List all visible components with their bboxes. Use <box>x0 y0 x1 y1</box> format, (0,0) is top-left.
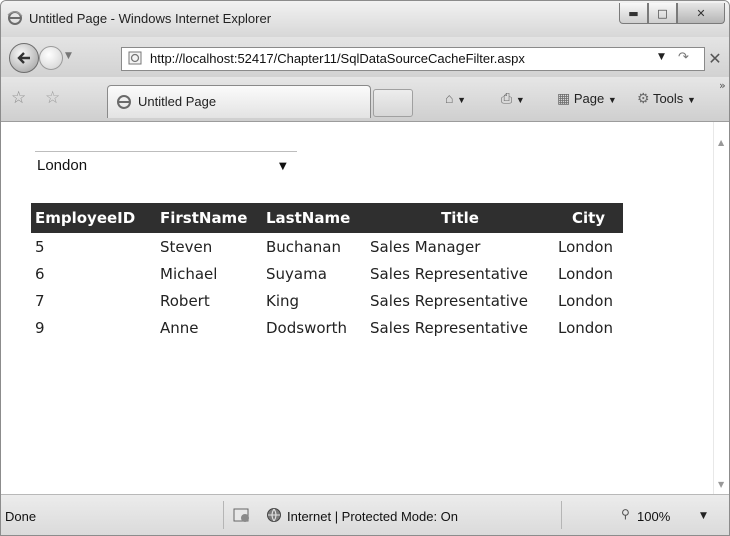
status-divider <box>561 501 562 529</box>
add-favorites-icon[interactable]: ☆ <box>45 89 63 107</box>
employees-grid: EmployeeID FirstName LastName Title City… <box>31 203 623 341</box>
table-row: 6 Michael Suyama Sales Representative Lo… <box>31 260 623 287</box>
maximize-button[interactable]: □ <box>648 3 677 24</box>
page-menu-icon: ▦ <box>557 90 571 106</box>
tab-label: Untitled Page <box>138 94 217 109</box>
page-status-icon[interactable] <box>233 507 251 523</box>
status-text: Done <box>5 509 37 524</box>
column-header-firstname: FirstName <box>156 203 262 233</box>
page-menu-button[interactable]: ▦ Page ▼ <box>557 90 617 107</box>
minimize-button[interactable]: ▬ <box>619 3 648 24</box>
home-button[interactable]: ⌂ ▼ <box>445 90 466 106</box>
page-content: London ▼ EmployeeID FirstName LastName T… <box>1 122 713 494</box>
page-icon <box>128 51 142 65</box>
zoom-dropdown-icon[interactable]: ▼ <box>700 511 707 521</box>
cell-employeeid: 9 <box>35 318 45 337</box>
favorites-star-icon[interactable]: ☆ <box>11 89 29 107</box>
tools-menu-label: Tools <box>652 91 684 106</box>
cell-lastname: King <box>266 291 300 310</box>
table-row: 9 Anne Dodsworth Sales Representative Lo… <box>31 314 623 341</box>
globe-icon <box>267 508 281 522</box>
recent-pages-dropdown-icon[interactable]: ▼ <box>65 51 72 61</box>
cell-city: London <box>558 237 613 256</box>
cell-lastname: Dodsworth <box>266 318 348 337</box>
refresh-icon[interactable]: ↷ <box>678 50 689 65</box>
ie-logo-icon <box>7 11 23 25</box>
gear-icon: ⚙ <box>637 90 650 106</box>
new-tab-button[interactable] <box>373 89 413 117</box>
cell-firstname: Anne <box>160 318 199 337</box>
table-row: 7 Robert King Sales Representative Londo… <box>31 287 623 314</box>
status-bar: Done Internet | Protected Mode: On ⚲ 100… <box>1 494 729 535</box>
chevron-down-icon: ▼ <box>279 161 287 172</box>
print-button[interactable]: ⎙ ▼ <box>501 90 525 107</box>
column-header-employeeid: EmployeeID <box>31 203 156 233</box>
tab-untitled-page[interactable]: Untitled Page <box>107 85 371 118</box>
tools-menu-button[interactable]: ⚙ Tools ▼ <box>637 90 696 107</box>
column-header-city: City <box>554 203 623 233</box>
address-bar[interactable]: http://localhost:52417/Chapter11/SqlData… <box>121 47 705 71</box>
cell-firstname: Steven <box>160 237 213 256</box>
browser-window: Untitled Page - Windows Internet Explore… <box>0 0 730 536</box>
chevron-down-icon: ▼ <box>607 95 617 105</box>
home-icon: ⌂ <box>445 90 454 106</box>
scroll-down-icon[interactable]: ▼ <box>718 480 724 489</box>
zoom-level[interactable]: 100% <box>637 509 670 524</box>
address-url[interactable]: http://localhost:52417/Chapter11/SqlData… <box>150 51 525 66</box>
back-arrow-icon <box>17 52 30 64</box>
ie-page-icon <box>117 95 131 109</box>
cell-lastname: Buchanan <box>266 237 341 256</box>
city-dropdown[interactable]: London ▼ <box>35 151 297 176</box>
cell-firstname: Michael <box>160 264 218 283</box>
cell-title: Sales Representative <box>370 291 529 310</box>
more-commands-icon[interactable]: » <box>719 79 726 92</box>
cell-title: Sales Manager <box>370 237 481 256</box>
stop-icon: ✕ <box>708 48 722 68</box>
cell-employeeid: 6 <box>35 264 45 283</box>
back-button[interactable] <box>9 43 39 73</box>
cell-employeeid: 7 <box>35 291 45 310</box>
window-controls: ▬ □ ✕ <box>619 3 725 25</box>
print-icon: ⎙ <box>501 90 513 106</box>
city-dropdown-value: London <box>37 157 88 174</box>
chevron-down-icon: ▼ <box>686 95 696 105</box>
stop-button[interactable]: ✕ <box>706 48 724 68</box>
maximize-icon: □ <box>657 6 668 20</box>
command-toolbar: ☆ ☆ Untitled Page ⌂ ▼ ⎙ ▼ ▦ Page ▼ ⚙ Too… <box>1 77 729 122</box>
minimize-icon: ▬ <box>628 6 639 20</box>
status-divider <box>223 501 224 529</box>
forward-button[interactable] <box>39 46 63 70</box>
cell-city: London <box>558 318 613 337</box>
chevron-down-icon: ▼ <box>457 95 467 105</box>
cell-employeeid: 5 <box>35 237 45 256</box>
cell-lastname: Suyama <box>266 264 327 283</box>
cell-city: London <box>558 291 613 310</box>
vertical-scrollbar[interactable]: ▲ ▼ <box>713 122 729 494</box>
cell-firstname: Robert <box>160 291 210 310</box>
cell-title: Sales Representative <box>370 264 529 283</box>
window-title: Untitled Page - Windows Internet Explore… <box>29 11 272 26</box>
cell-title: Sales Representative <box>370 318 529 337</box>
security-zone-text[interactable]: Internet | Protected Mode: On <box>287 509 458 524</box>
chevron-down-icon: ▼ <box>515 95 525 105</box>
address-row: ▼ http://localhost:52417/Chapter11/SqlDa… <box>1 37 729 77</box>
column-header-title: Title <box>366 203 554 233</box>
page-menu-label: Page <box>573 91 605 106</box>
close-button[interactable]: ✕ <box>677 3 725 24</box>
column-header-lastname: LastName <box>262 203 366 233</box>
scroll-up-icon[interactable]: ▲ <box>718 138 724 147</box>
close-icon: ✕ <box>696 6 706 20</box>
zoom-icon[interactable]: ⚲ <box>621 507 630 521</box>
cell-city: London <box>558 264 613 283</box>
grid-header-row: EmployeeID FirstName LastName Title City <box>31 203 623 233</box>
title-bar: Untitled Page - Windows Internet Explore… <box>1 1 729 37</box>
table-row: 5 Steven Buchanan Sales Manager London <box>31 233 623 260</box>
address-dropdown-icon[interactable]: ▼ <box>658 52 665 62</box>
